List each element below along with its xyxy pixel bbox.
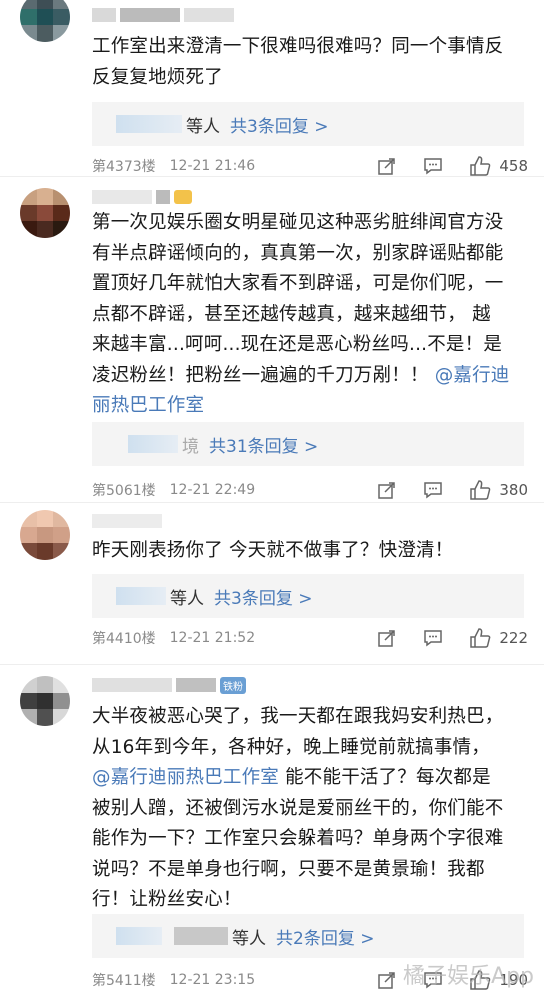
blurred-username bbox=[174, 927, 228, 945]
timestamp: 12-21 23:15 bbox=[169, 972, 256, 988]
reply-prefix: 等人 bbox=[186, 116, 220, 137]
comment-text-line: 有半点辟谣倾向的，真真第一次，别家辟谣贴都能 bbox=[92, 242, 504, 264]
reply-preview[interactable]: 等人 共3条回复 > bbox=[92, 102, 524, 146]
view-replies-link[interactable]: 共3条回复 > bbox=[230, 112, 328, 137]
comment-icon[interactable] bbox=[423, 480, 443, 500]
avatar[interactable] bbox=[20, 188, 70, 238]
username-blurred[interactable]: 铁粉 bbox=[92, 676, 246, 694]
fan-badge: 铁粉 bbox=[220, 676, 246, 694]
comment-text-line: 昨天刚表扬你了 今天就不做事了？快澄清！ bbox=[92, 540, 454, 561]
like-button[interactable]: 380 bbox=[469, 479, 528, 501]
thumbs-up-icon bbox=[470, 480, 491, 500]
comment-text-line: 行！让粉丝安心！ bbox=[92, 889, 242, 910]
comment-text-line: 被别人蹭，还被倒污水说是爱丽丝干的，你们能不 bbox=[92, 797, 504, 819]
like-count: 222 bbox=[499, 629, 528, 647]
reply-prefix: 境 bbox=[182, 436, 199, 457]
share-icon[interactable] bbox=[377, 970, 397, 990]
reply-preview[interactable]: 等人 共2条回复 > bbox=[92, 914, 524, 958]
comment-text-line: 凌迟粉丝！把粉丝一遍遍的千刀万剐！！ bbox=[92, 364, 429, 386]
mention-link[interactable]: 丽热巴工作室 bbox=[92, 391, 528, 422]
comment-text-line: 工作室出来澄清一下很难吗很难吗？同一个事情反 bbox=[92, 36, 504, 57]
comment-meta: 第5061楼 12-21 22:49 380 bbox=[92, 478, 528, 502]
floor-number: 第4410楼 bbox=[92, 631, 156, 647]
timestamp: 12-21 21:46 bbox=[169, 158, 256, 174]
floor-number: 第5411楼 bbox=[92, 973, 156, 989]
comment-text-line: 能作为一下？工作室只会躲着吗？单身两个字很难 bbox=[92, 828, 504, 849]
comment-text-line: 来越丰富...呵呵...现在还是恶心粉丝吗...不是！是 bbox=[92, 334, 503, 355]
mention-link[interactable]: @嘉行迪丽热巴工作室 bbox=[92, 767, 279, 788]
divider bbox=[0, 502, 544, 503]
comment-text-line: 反复复地烦死了 bbox=[92, 66, 223, 88]
view-replies-link[interactable]: 共3条回复 > bbox=[214, 584, 312, 609]
comment-text-line: 点都不辟谣，甚至还越传越真，越来越细节， 越 bbox=[92, 303, 491, 325]
comment-text-line: 置顶好几年就怕大家看不到辟谣，可是你们呢，一 bbox=[92, 273, 504, 294]
view-replies-link[interactable]: 共31条回复 > bbox=[209, 432, 318, 457]
like-button[interactable]: 458 bbox=[469, 155, 528, 177]
comment-meta: 第4410楼 12-21 21:52 222 bbox=[92, 626, 528, 650]
comment-text-line: 能不能干活了？每次都是 bbox=[279, 767, 491, 788]
reply-prefix: 等人 bbox=[170, 588, 204, 609]
divider bbox=[0, 176, 544, 177]
avatar[interactable] bbox=[20, 0, 70, 42]
comment-icon[interactable] bbox=[423, 156, 443, 176]
comment-meta: 第4373楼 12-21 21:46 458 bbox=[92, 154, 528, 178]
divider bbox=[0, 664, 544, 665]
like-count: 458 bbox=[499, 157, 528, 175]
username-blurred[interactable] bbox=[92, 188, 192, 206]
timestamp: 12-21 21:52 bbox=[169, 630, 256, 646]
username-blurred[interactable] bbox=[92, 6, 234, 24]
share-icon[interactable] bbox=[377, 480, 397, 500]
comment-text: 第一次见娱乐圈女明星碰见这种恶劣脏绯闻官方没 有半点辟谣倾向的，真真第一次，别家… bbox=[92, 208, 528, 422]
like-count: 380 bbox=[499, 481, 528, 499]
blurred-username bbox=[116, 927, 162, 945]
username-blurred[interactable] bbox=[92, 512, 162, 530]
reply-preview[interactable]: 境 共31条回复 > bbox=[92, 422, 524, 466]
thumbs-up-icon bbox=[470, 628, 491, 648]
comment-text-line: 从16年到今年，各种好，晚上睡觉前就搞事情， bbox=[92, 736, 490, 758]
crown-icon bbox=[174, 190, 192, 204]
floor-number: 第4373楼 bbox=[92, 159, 156, 175]
timestamp: 12-21 22:49 bbox=[169, 482, 256, 498]
watermark: 橘子娱乐App bbox=[403, 964, 534, 989]
blurred-username bbox=[128, 435, 178, 453]
comment-text: 昨天刚表扬你了 今天就不做事了？快澄清！ bbox=[92, 536, 528, 567]
reply-preview[interactable]: 等人 共3条回复 > bbox=[92, 574, 524, 618]
avatar[interactable] bbox=[20, 676, 70, 726]
like-button[interactable]: 222 bbox=[469, 627, 528, 649]
blurred-username bbox=[116, 115, 182, 133]
comment-text-line: 说吗？不是单身也行啊，只要不是黄景瑜！我都 bbox=[92, 858, 485, 880]
view-replies-link[interactable]: 共2条回复 > bbox=[276, 924, 374, 949]
comment-icon[interactable] bbox=[423, 628, 443, 648]
thumbs-up-icon bbox=[470, 156, 491, 176]
comment-text-line: 大半夜被恶心哭了，我一天都在跟我妈安利热巴， bbox=[92, 706, 504, 727]
share-icon[interactable] bbox=[377, 156, 397, 176]
blurred-username bbox=[116, 587, 166, 605]
mention-link[interactable]: @嘉行迪 bbox=[435, 365, 510, 386]
comment-text-line: 第一次见娱乐圈女明星碰见这种恶劣脏绯闻官方没 bbox=[92, 212, 504, 233]
comment-text: 工作室出来澄清一下很难吗很难吗？同一个事情反 反复复地烦死了 bbox=[92, 32, 528, 93]
share-icon[interactable] bbox=[377, 628, 397, 648]
avatar[interactable] bbox=[20, 510, 70, 560]
comment-text: 大半夜被恶心哭了，我一天都在跟我妈安利热巴， 从16年到今年，各种好，晚上睡觉前… bbox=[92, 702, 528, 916]
reply-prefix: 等人 bbox=[232, 928, 266, 949]
floor-number: 第5061楼 bbox=[92, 483, 156, 499]
